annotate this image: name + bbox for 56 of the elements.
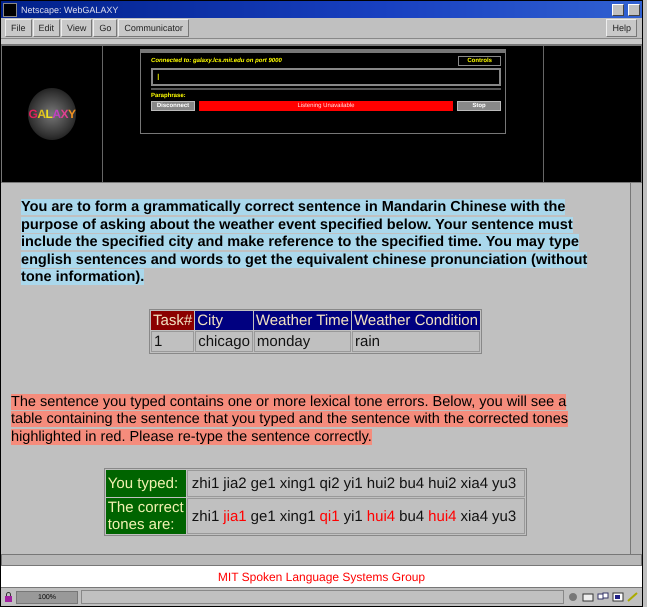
instructions-text: You are to form a grammatically correct sentence in Mandarin Chinese with the purpose of asking about the weather event specified below. Your sentence must include the specified city and make reference to the specified time. You may type english sentences and words to get the equivalent chinese pronunciation (without tone information). (21, 199, 588, 286)
syllable: yu3 (492, 508, 516, 524)
mail-icon[interactable] (582, 592, 594, 602)
syllable: yi1 (344, 508, 363, 524)
syllable: xia4 (460, 475, 488, 492)
syllable: hui4 (428, 508, 457, 524)
logo-letter: A (52, 107, 60, 121)
menu-item[interactable]: Go (93, 19, 118, 37)
column-header: Weather Time (254, 310, 351, 330)
syllable: hui2 (428, 475, 457, 492)
table-cell: monday (254, 330, 351, 352)
window-title: Netscape: WebGALAXY (21, 4, 120, 14)
menu-item[interactable]: Communicator (118, 19, 189, 37)
syllable: qi1 (320, 508, 340, 524)
row-label: You typed: (106, 470, 186, 497)
column-header: City (195, 310, 253, 330)
syllable: bu4 (399, 508, 424, 524)
table-cell: 1 (151, 330, 194, 352)
syllable: yu3 (492, 475, 516, 492)
menu-item[interactable]: Edit (32, 19, 60, 37)
logo-letter: G (28, 107, 38, 121)
menu-item[interactable]: View (61, 19, 92, 37)
lock-icon[interactable] (4, 592, 13, 602)
table-cell: chicago (195, 330, 253, 352)
syllable: hui4 (366, 508, 396, 524)
menu-item[interactable]: File (5, 19, 32, 37)
syllable: yi1 (344, 475, 363, 492)
column-header: Task# (151, 310, 194, 330)
syllable: xing1 (280, 475, 316, 492)
logo-letter: X (60, 107, 68, 121)
syllable: xia4 (460, 508, 488, 524)
syllable: hui2 (366, 475, 396, 492)
syllable: zhi1 (192, 508, 220, 524)
input-field[interactable]: I (151, 68, 501, 86)
menu-item[interactable]: Help (606, 19, 637, 37)
window-menu-icon[interactable] (3, 2, 17, 16)
syllable: jia1 (223, 508, 247, 524)
logo-letter: A (37, 107, 46, 121)
logo-letter: Y (68, 107, 76, 121)
syllable: ge1 (250, 508, 276, 524)
syllable: bu4 (399, 475, 424, 492)
discussion-icon[interactable] (597, 592, 609, 602)
syllable: jia2 (223, 475, 247, 492)
minimize-button[interactable] (612, 4, 624, 16)
table-cell: rain (352, 330, 480, 352)
syllable: ge1 (250, 475, 276, 492)
footer-text: MIT Spoken Language Systems Group (1, 566, 642, 588)
syllable: qi2 (320, 475, 340, 492)
error-message: The sentence you typed contains one or more lexical tone errors. Below, you will see a table containing the sentence that you typed and the sentence with the corrected tones highlighted in red. Please re-type the sentence correctly. (11, 394, 570, 446)
column-header: Weather Condition (352, 310, 480, 330)
row-label: The correct tones are: (106, 498, 186, 534)
maximize-button[interactable] (628, 4, 640, 16)
logo-letter: L (45, 107, 52, 121)
syllable: zhi1 (192, 475, 220, 492)
syllable: xing1 (280, 508, 316, 524)
composer-icon[interactable] (612, 592, 624, 602)
